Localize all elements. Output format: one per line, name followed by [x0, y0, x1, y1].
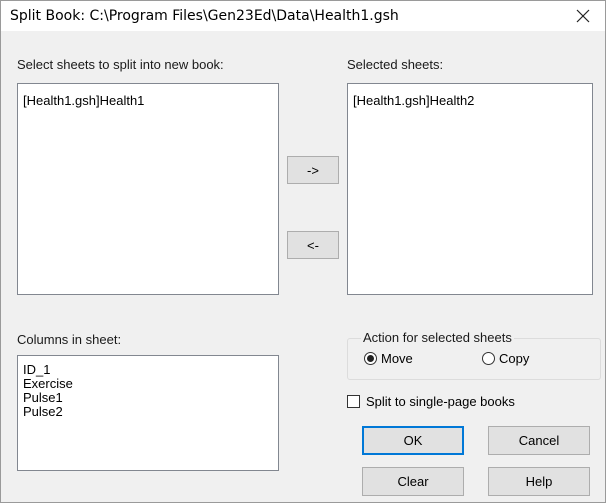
list-item[interactable]: [Health1.gsh]Health2 [353, 94, 587, 108]
list-item[interactable]: Pulse2 [23, 405, 273, 419]
checkbox-box [347, 395, 360, 408]
move-radio[interactable]: Move [364, 351, 413, 366]
split-single-label: Split to single-page books [366, 394, 515, 409]
list-item[interactable]: Pulse1 [23, 391, 273, 405]
source-sheets-list[interactable]: [Health1.gsh]Health1 [17, 83, 279, 295]
dialog-title: Split Book: C:\Program Files\Gen23Ed\Dat… [10, 8, 399, 24]
selected-sheets-label: Selected sheets: [347, 57, 444, 72]
list-item[interactable]: ID_1 [23, 363, 273, 377]
action-label: Action for selected sheets [361, 330, 514, 345]
copy-radio[interactable]: Copy [482, 351, 529, 366]
columns-label: Columns in sheet: [17, 332, 122, 347]
remove-sheet-button[interactable]: <- [287, 231, 339, 259]
close-button[interactable] [560, 1, 605, 31]
list-item[interactable]: [Health1.gsh]Health1 [23, 94, 273, 108]
columns-list[interactable]: ID_1 Exercise Pulse1 Pulse2 [17, 355, 279, 471]
copy-radio-label: Copy [499, 351, 530, 366]
close-icon [576, 9, 589, 23]
selected-sheets-list[interactable]: [Health1.gsh]Health2 [347, 83, 593, 295]
move-radio-label: Move [381, 351, 413, 366]
cancel-button[interactable]: Cancel [488, 426, 590, 455]
split-single-checkbox[interactable]: Split to single-page books [347, 394, 515, 409]
list-item[interactable]: Exercise [23, 377, 273, 391]
ok-button[interactable]: OK [362, 426, 464, 455]
split-book-dialog: Split Book: C:\Program Files\Gen23Ed\Dat… [0, 0, 606, 503]
radio-circle-move [364, 352, 377, 365]
clear-button[interactable]: Clear [362, 467, 464, 496]
title-bar[interactable]: Split Book: C:\Program Files\Gen23Ed\Dat… [1, 1, 605, 31]
radio-selected-dot [367, 355, 374, 362]
source-sheets-label: Select sheets to split into new book: [17, 57, 224, 72]
help-button[interactable]: Help [488, 467, 590, 496]
add-sheet-button[interactable]: -> [287, 156, 339, 184]
radio-circle-copy [482, 352, 495, 365]
